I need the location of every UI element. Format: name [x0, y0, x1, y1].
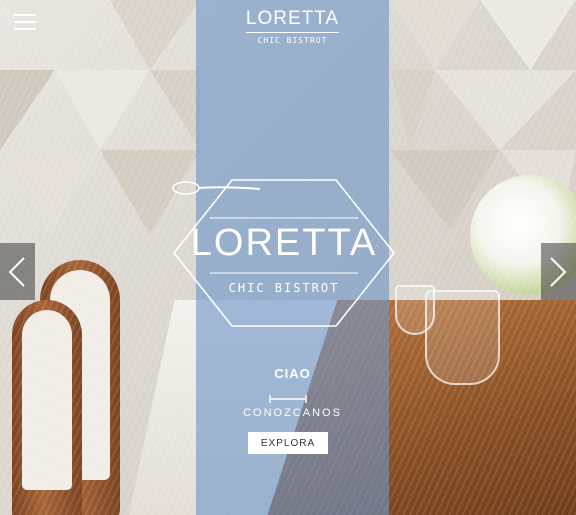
subheading-text: CONOZCANOS — [243, 407, 342, 419]
logo-name: LORETTA — [245, 8, 340, 33]
wine-glass — [425, 290, 500, 385]
chair-front — [12, 300, 82, 515]
chevron-right-icon — [550, 257, 567, 287]
greeting-text: CIAO — [274, 366, 311, 381]
cutlery-icon — [269, 395, 307, 403]
water-glass — [395, 285, 435, 335]
carousel-prev-button[interactable] — [0, 243, 35, 300]
chevron-left-icon — [8, 257, 25, 287]
hexagon-badge: LORETTA CHIC BISTROT — [172, 178, 396, 328]
spoon-icon — [172, 181, 261, 195]
badge-subtitle: CHIC BISTROT — [228, 281, 340, 295]
carousel-next-button[interactable] — [541, 243, 576, 300]
hamburger-menu-icon[interactable] — [14, 14, 36, 32]
badge-title: LORETTA — [190, 222, 378, 264]
logo-subtitle: CHIC BISTROT — [257, 36, 328, 45]
header-logo[interactable]: LORETTA CHIC BISTROT — [196, 8, 389, 45]
explore-button[interactable]: EXPLORA — [248, 432, 328, 454]
